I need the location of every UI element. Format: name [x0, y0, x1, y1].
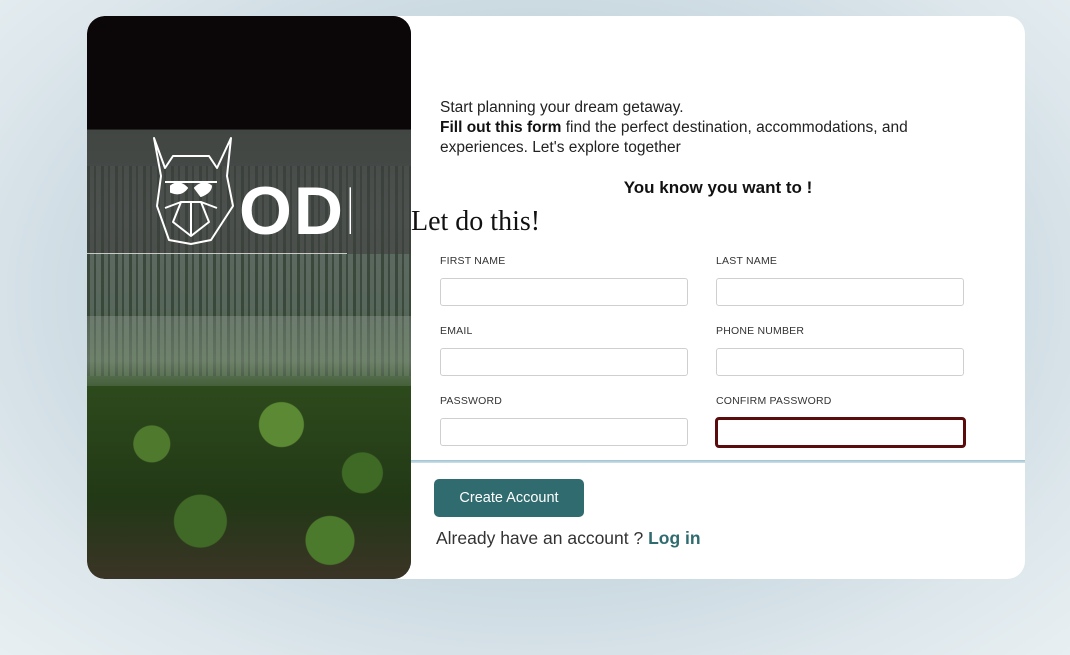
email-label: EMAIL [440, 325, 473, 337]
last-name-label: LAST NAME [716, 255, 778, 267]
last-name-input[interactable] [716, 278, 964, 306]
confirm-password-label: CONFIRM PASSWORD [716, 395, 832, 407]
phone-label: PHONE NUMBER [716, 325, 805, 337]
intro-text: Start planning your dream getaway. Fill … [440, 98, 970, 158]
cave-ceiling [87, 16, 411, 130]
login-prompt: Already have an account ? Log in [436, 528, 701, 549]
login-prompt-text: Already have an account ? [436, 528, 649, 548]
intro-bold: Fill out this form [440, 119, 562, 136]
phone-input[interactable] [716, 348, 964, 376]
intro-line-2: Fill out this form find the perfect dest… [440, 118, 970, 158]
password-input[interactable] [440, 418, 688, 446]
confirm-password-input[interactable] [715, 417, 966, 448]
foliage [87, 386, 411, 579]
form-divider [411, 460, 1025, 463]
intro-line-1: Start planning your dream getaway. [440, 99, 684, 116]
tagline: You know you want to ! [623, 178, 813, 197]
first-name-input[interactable] [440, 278, 688, 306]
first-name-label: FIRST NAME [440, 255, 506, 267]
signup-card: ODIN Start planning your dream getaway. … [87, 16, 1025, 579]
form-heading: Let do this! [411, 206, 541, 237]
create-account-button[interactable]: Create Account [434, 479, 584, 517]
viking-helmet-icon: ODIN [153, 137, 411, 249]
login-link[interactable]: Log in [648, 528, 700, 548]
logo-text: ODIN [239, 173, 351, 246]
hero-image: ODIN [87, 16, 411, 579]
odin-logo: ODIN [151, 136, 411, 249]
logo-underline [87, 253, 347, 254]
password-label: PASSWORD [440, 395, 503, 407]
email-input[interactable] [440, 348, 688, 376]
